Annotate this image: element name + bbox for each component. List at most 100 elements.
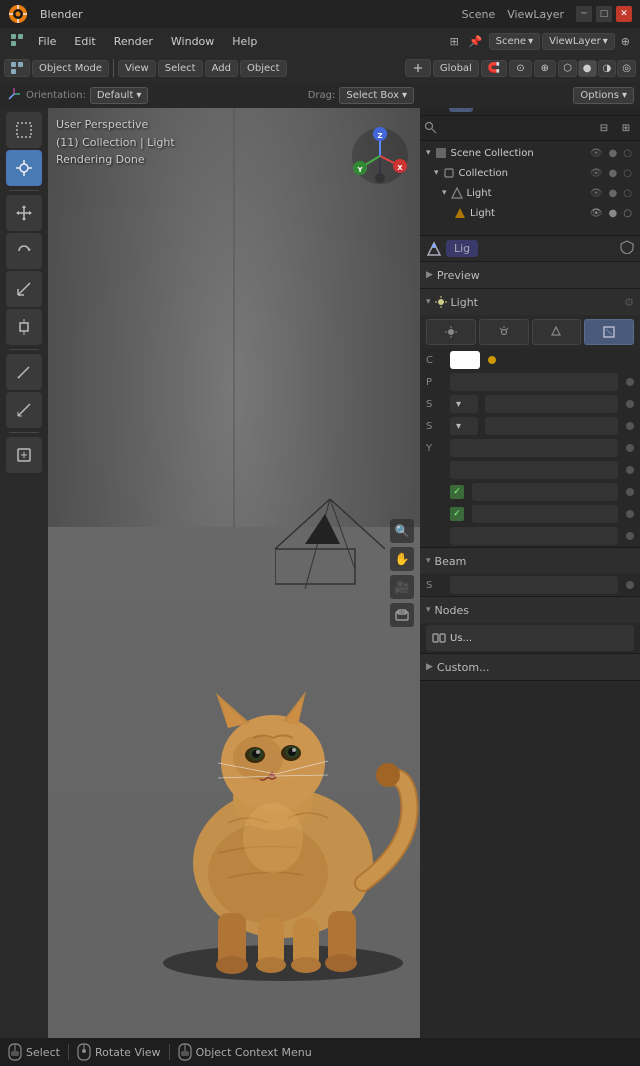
transform-dropdown[interactable]	[405, 59, 431, 77]
check-1-dot[interactable]	[626, 488, 634, 496]
check-1-value[interactable]	[472, 483, 618, 501]
object-name-display[interactable]: Lig	[446, 240, 478, 257]
size-x-dropdown[interactable]: ▾	[450, 417, 478, 435]
check-2-dot[interactable]	[626, 510, 634, 518]
size-y-value-field[interactable]	[450, 439, 618, 457]
outliner-view-btn[interactable]: ⊞	[616, 118, 636, 138]
editor-type-dropdown[interactable]	[4, 59, 30, 77]
menu-file[interactable]: File	[30, 33, 64, 50]
outliner-row-3[interactable]: ▾ Light 👁 ● ○	[420, 183, 640, 203]
size-label: S	[426, 399, 446, 410]
node-name: Us...	[450, 633, 472, 644]
workspace-add-btn[interactable]: ⊕	[617, 33, 634, 50]
outliner-row-1[interactable]: ▾ Scene Collection 👁 ● ○	[420, 143, 640, 163]
axis-gizmo[interactable]: Z X Y	[350, 126, 410, 186]
size-x-dot[interactable]	[626, 422, 634, 430]
scale-tool-btn[interactable]	[6, 271, 42, 307]
right-properties-panel: ◀ 🔗	[420, 28, 640, 1038]
nodes-section-header[interactable]: ▾ Nodes	[420, 597, 640, 623]
object-mode-dropdown[interactable]: Object Mode	[32, 60, 109, 77]
check-3-dot[interactable]	[626, 532, 634, 540]
editor-type-btn[interactable]	[6, 31, 28, 52]
beam-section-header[interactable]: ▾ Beam	[420, 548, 640, 574]
object-data-header: Lig	[420, 236, 640, 262]
cursor-tool-btn[interactable]	[6, 150, 42, 186]
menubar: File Edit Render Window Help ⊞ 📌 Scene ▾…	[0, 28, 640, 54]
check-row-1: ✓	[420, 481, 640, 503]
size-y-dot[interactable]	[626, 444, 634, 452]
transform-tool-btn[interactable]	[6, 309, 42, 345]
custom-label: Custom...	[437, 661, 490, 674]
rotate-tool-btn[interactable]	[6, 233, 42, 269]
extra-dot[interactable]	[626, 466, 634, 474]
check-2-value[interactable]	[472, 505, 618, 523]
size-x-value-field[interactable]	[485, 417, 618, 435]
workspace-icon1[interactable]: ⊞	[446, 33, 463, 50]
menu-help[interactable]: Help	[224, 33, 265, 50]
light-pyramid-svg	[275, 499, 385, 589]
menu-render[interactable]: Render	[106, 33, 161, 50]
light-section-header[interactable]: ▾ Light ⚙	[420, 289, 640, 315]
size-dropdown[interactable]: ▾	[450, 395, 478, 413]
area-light-btn[interactable]	[584, 319, 634, 345]
nodes-item[interactable]: Us...	[426, 625, 634, 651]
color-dot[interactable]	[488, 356, 496, 364]
check-3-value[interactable]	[450, 527, 618, 545]
outliner-filter-btn[interactable]: ⊟	[594, 118, 614, 138]
color-swatch-btn[interactable]	[450, 351, 480, 369]
extra-value-field[interactable]	[450, 461, 618, 479]
outliner-row-2[interactable]: ▾ Collection 👁 ● ○	[420, 163, 640, 183]
proportional-btn[interactable]: ⊙	[509, 60, 531, 77]
move-tool-btn[interactable]	[6, 195, 42, 231]
maximize-btn[interactable]: □	[596, 6, 612, 22]
minimize-btn[interactable]: ─	[576, 6, 592, 22]
options-dropdown[interactable]: Options ▾	[573, 87, 634, 104]
add-primitive-btn[interactable]	[6, 437, 42, 473]
measure-tool-btn[interactable]	[6, 392, 42, 428]
select-menu-btn[interactable]: Select	[158, 60, 203, 77]
power-dot[interactable]	[626, 378, 634, 386]
solid-btn[interactable]: ●	[578, 60, 597, 77]
object-shield-icon	[620, 240, 634, 257]
viewlayer-label: ViewLayer	[507, 8, 564, 21]
render-btn[interactable]: ◎	[617, 60, 636, 77]
camera2-icon[interactable]	[390, 603, 414, 627]
spot-light-btn[interactable]	[532, 319, 582, 345]
size-dot[interactable]	[626, 400, 634, 408]
spread-dot[interactable]	[626, 581, 634, 589]
size-value-field[interactable]	[485, 395, 618, 413]
viewlayer-dropdown[interactable]: ViewLayer ▾	[542, 33, 615, 50]
magnet-btn[interactable]: 🧲	[481, 60, 507, 77]
add-menu-btn[interactable]: Add	[205, 60, 238, 77]
sun-light-btn[interactable]	[479, 319, 529, 345]
orientation-dropdown[interactable]: Default ▾	[90, 87, 149, 104]
global-dropdown[interactable]: Global	[433, 60, 479, 77]
outliner-row-4[interactable]: Light 👁 ● ○	[420, 203, 640, 223]
custom-section-header[interactable]: ▶ Custom...	[420, 654, 640, 680]
camera-icon[interactable]: 🎥	[390, 575, 414, 599]
annotate-tool-btn[interactable]	[6, 354, 42, 390]
main-viewport[interactable]: User Perspective (11) Collection | Light…	[48, 108, 420, 1038]
pan-icon[interactable]: ✋	[390, 547, 414, 571]
check-2[interactable]: ✓	[450, 507, 464, 521]
drag-dropdown[interactable]: Select Box ▾	[339, 87, 414, 104]
light-section-gear[interactable]: ⚙	[624, 296, 634, 309]
menu-window[interactable]: Window	[163, 33, 222, 50]
preview-section-header[interactable]: ▶ Preview	[420, 262, 640, 288]
zoom-icon[interactable]: 🔍	[390, 519, 414, 543]
scene-dropdown[interactable]: Scene ▾	[489, 33, 541, 50]
power-value-field[interactable]	[450, 373, 618, 391]
size-prop-row: S ▾	[420, 393, 640, 415]
select-tool-btn[interactable]	[6, 112, 42, 148]
spread-value-field[interactable]	[450, 576, 618, 594]
close-btn[interactable]: ✕	[616, 6, 632, 22]
view-menu-btn[interactable]: View	[118, 60, 156, 77]
object-menu-btn[interactable]: Object	[240, 60, 287, 77]
menu-edit[interactable]: Edit	[66, 33, 103, 50]
workspace-pin-btn[interactable]: 📌	[465, 33, 487, 50]
check-1[interactable]: ✓	[450, 485, 464, 499]
matcap-btn[interactable]: ◑	[598, 60, 617, 77]
wireframe-btn[interactable]: ⬡	[558, 60, 577, 77]
point-light-btn[interactable]	[426, 319, 476, 345]
overlay-btn[interactable]: ⊕	[534, 60, 556, 77]
